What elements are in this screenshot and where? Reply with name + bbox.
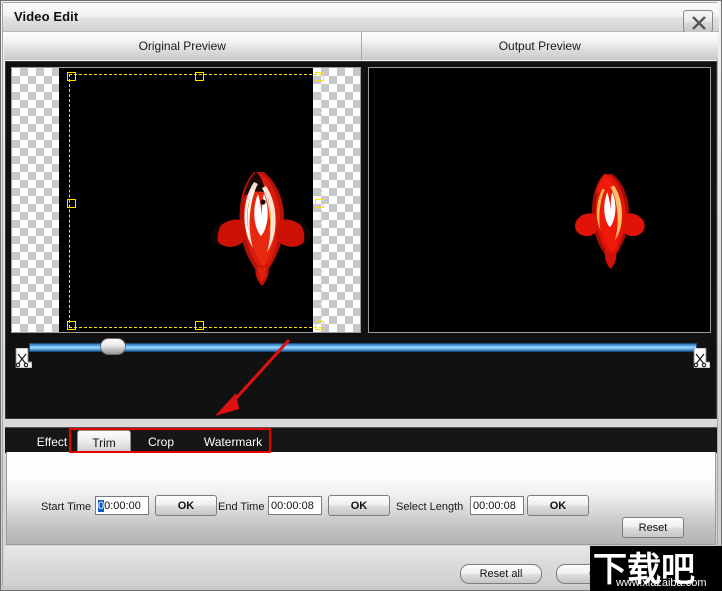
- select-length-ok-button[interactable]: OK: [527, 495, 589, 516]
- end-time-input[interactable]: 00:00:08: [268, 496, 322, 515]
- tab-original-preview-label: Original Preview: [138, 39, 226, 53]
- end-time-ok-label: OK: [350, 499, 368, 512]
- tab-trim-label: Trim: [92, 435, 116, 450]
- tab-watermark[interactable]: Watermark: [191, 431, 275, 453]
- transparency-checker-left: [12, 68, 59, 332]
- tab-output-preview[interactable]: Output Preview: [361, 32, 718, 60]
- window-title: Video Edit: [14, 9, 79, 24]
- end-time-label: End Time: [218, 501, 265, 513]
- site-watermark: 下载吧 www.xiazaiba.com: [590, 546, 722, 591]
- transparency-checker-right: [313, 68, 360, 332]
- select-length-ok-label: OK: [549, 499, 567, 512]
- video-edit-window: Video Edit Original Preview Output Previ…: [0, 0, 722, 591]
- close-button[interactable]: [683, 10, 713, 34]
- tab-trim[interactable]: Trim: [77, 430, 131, 454]
- start-time-ok-button[interactable]: OK: [155, 495, 217, 516]
- end-time-ok-button[interactable]: OK: [328, 495, 390, 516]
- reset-button[interactable]: Reset: [622, 517, 684, 538]
- watermark-url-text: www.xiazaiba.com: [616, 577, 707, 589]
- output-preview-canvas[interactable]: [368, 67, 711, 333]
- reset-all-label: Reset all: [479, 568, 523, 580]
- start-time-label: Start Time: [41, 501, 92, 513]
- select-length-input[interactable]: 00:00:08: [470, 496, 524, 515]
- tab-effect-label: Effect: [36, 435, 68, 449]
- tab-crop[interactable]: Crop: [135, 431, 187, 453]
- fish-image-output: [575, 173, 645, 269]
- timeline-track[interactable]: [29, 343, 697, 352]
- tab-watermark-label: Watermark: [203, 435, 263, 449]
- tab-output-preview-label: Output Preview: [498, 39, 581, 53]
- original-preview-canvas[interactable]: [11, 67, 361, 333]
- fish-image-original: [210, 172, 312, 286]
- title-bar: Video Edit: [3, 3, 719, 34]
- tab-crop-label: Crop: [147, 435, 174, 449]
- output-video-frame: [369, 68, 710, 332]
- tab-original-preview[interactable]: Original Preview: [4, 32, 362, 60]
- select-length-label: Select Length: [396, 501, 464, 513]
- close-x-icon: [692, 16, 706, 30]
- trim-end-scissors-icon[interactable]: [692, 348, 710, 368]
- preview-tab-bar: Original Preview Output Preview: [4, 32, 718, 60]
- start-time-rest: 0:00:00: [104, 499, 141, 512]
- reset-button-label: Reset: [638, 521, 668, 534]
- start-time-input[interactable]: 0 0:00:00: [95, 496, 149, 515]
- tab-effect[interactable]: Effect: [23, 431, 81, 453]
- start-time-ok-label: OK: [177, 499, 195, 512]
- reset-all-button[interactable]: Reset all: [460, 564, 542, 584]
- video-panel: 00:00:01 / 00:00:08: [5, 61, 717, 470]
- edit-tab-bar: Effect Trim Crop Watermark: [5, 427, 717, 454]
- trim-start-scissors-icon[interactable]: [14, 348, 32, 368]
- timeline-playhead[interactable]: [99, 338, 126, 355]
- timeline: [11, 338, 713, 368]
